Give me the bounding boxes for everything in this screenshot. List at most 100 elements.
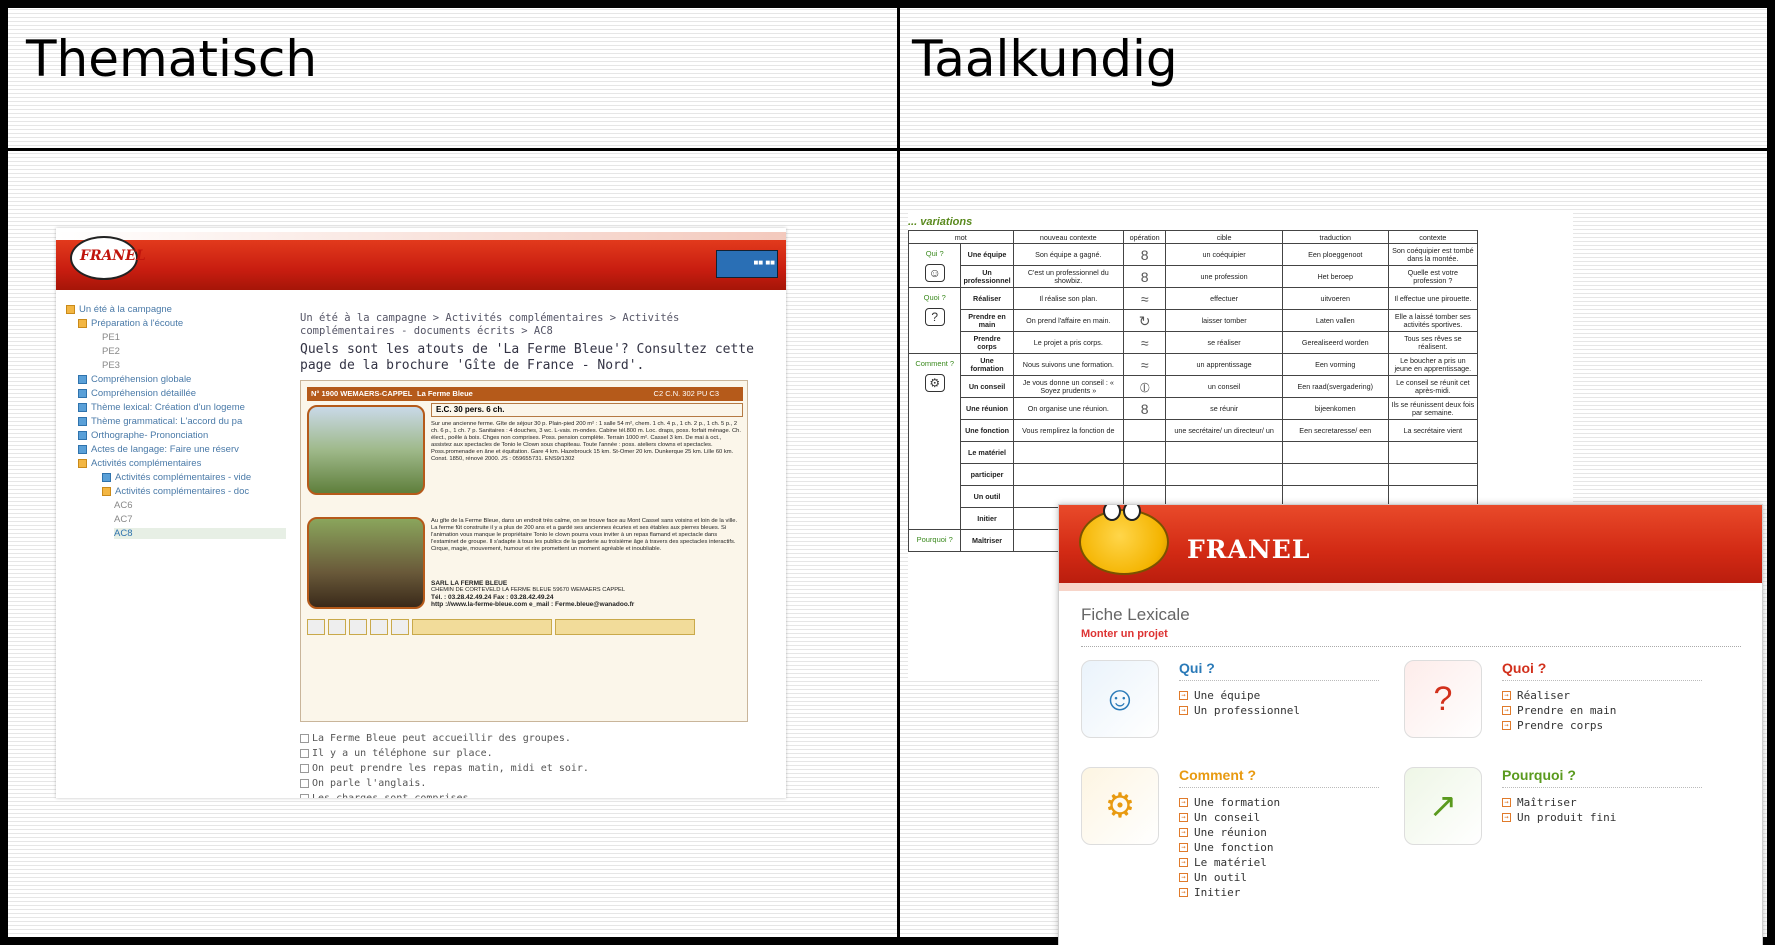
- question-text: Quels sont les atouts de 'La Ferme Bleue…: [300, 342, 754, 373]
- cell-nouveau-contexte: [1012, 441, 1125, 464]
- sidebar-item[interactable]: PE3: [102, 360, 120, 371]
- cell-mot: Prendre corps: [960, 331, 1014, 354]
- word-link-label: Réaliser: [1517, 689, 1570, 702]
- table-row: Comment ? ⚙ Une formation Nous suivons une …: [908, 353, 1479, 530]
- left-column-title: Thematisch: [26, 30, 318, 88]
- partner-badge: ■■ ■■: [716, 250, 778, 278]
- answer-option[interactable]: La Ferme Bleue peut accueillir des group…: [300, 731, 637, 746]
- brochure-page: N° 1900 WEMAERS-CAPPEL La Ferme Bleue C2…: [300, 380, 748, 722]
- word-link[interactable]: → Initier: [1179, 885, 1280, 900]
- cell-nouveau-contexte: Je vous donne un conseil : « Soyez prude…: [1012, 375, 1125, 398]
- answer-option[interactable]: Les charges sont comprises.: [300, 791, 637, 798]
- arrow-right-icon: →: [1502, 706, 1511, 715]
- sidebar-item-label: AC7: [114, 514, 133, 525]
- sidebar-item[interactable]: Thème grammatical: L'accord du pa: [78, 416, 242, 427]
- answer-option[interactable]: On parle l'anglais.: [300, 776, 637, 791]
- cell-traduction: Laten vallen: [1281, 309, 1389, 332]
- checkbox[interactable]: [300, 749, 309, 758]
- folder-closed-icon[interactable]: [78, 389, 87, 398]
- folder-closed-icon[interactable]: [78, 403, 87, 412]
- word-link[interactable]: → Un produit fini: [1502, 810, 1616, 825]
- answer-option[interactable]: Il y a un téléphone sur place.: [300, 746, 637, 761]
- sidebar-item[interactable]: Activités complémentaires - vide: [102, 472, 251, 483]
- sidebar-item[interactable]: Compréhension détaillée: [78, 388, 196, 399]
- cell-traduction: Een ploeggenoot: [1281, 243, 1389, 266]
- word-link[interactable]: → Réaliser: [1502, 688, 1616, 703]
- checkbox[interactable]: [300, 764, 309, 773]
- brochure-capacity: E.C. 30 pers. 6 ch.: [431, 403, 743, 417]
- word-link[interactable]: → Un conseil: [1179, 810, 1280, 825]
- sidebar-item[interactable]: Orthographe- Prononciation: [78, 430, 208, 441]
- word-link[interactable]: → Un professionnel: [1179, 703, 1300, 718]
- word-link[interactable]: → Maîtriser: [1502, 795, 1616, 810]
- price-table: [412, 619, 552, 635]
- folder-open-icon[interactable]: [102, 487, 111, 496]
- sidebar-item[interactable]: Préparation à l'écoute: [78, 318, 183, 329]
- word-link[interactable]: → Une réunion: [1179, 825, 1280, 840]
- cell-cible: se réaliser: [1165, 331, 1283, 354]
- folder-open-icon[interactable]: [78, 319, 87, 328]
- sidebar-item[interactable]: PE2: [102, 346, 120, 357]
- word-link-label: Une réunion: [1194, 826, 1267, 839]
- word-link[interactable]: → Le matériel: [1179, 855, 1280, 870]
- question-box-icon: ?: [924, 308, 945, 326]
- sidebar-item[interactable]: AC7: [114, 514, 132, 525]
- sidebar-item[interactable]: Thème lexical: Création d'un logeme: [78, 402, 245, 413]
- cell-traduction: [1281, 441, 1389, 464]
- breadcrumb: Un été à la campagne > Activités complém…: [300, 312, 680, 337]
- sidebar-item[interactable]: AC8: [114, 528, 286, 539]
- cell-operation: ↻: [1123, 309, 1167, 332]
- checkbox[interactable]: [300, 779, 309, 788]
- folder-closed-icon[interactable]: [78, 417, 87, 426]
- answer-label: On parle l'anglais.: [312, 778, 427, 789]
- word-link[interactable]: → Un outil: [1179, 870, 1280, 885]
- cell-contexte: La secrétaire vient: [1387, 419, 1479, 442]
- cell-traduction: uitvoeren: [1281, 287, 1389, 310]
- cell-nouveau-contexte: Le projet a pris corps.: [1012, 331, 1125, 354]
- answer-label: La Ferme Bleue peut accueillir des group…: [312, 733, 571, 744]
- col-header-traduction: traduction: [1281, 230, 1389, 244]
- folder-closed-icon[interactable]: [78, 445, 87, 454]
- folder-open-icon[interactable]: [78, 459, 87, 468]
- sidebar-item-label: Actes de langage: Faire une réserv: [91, 444, 239, 455]
- sidebar-item[interactable]: Activités complémentaires: [78, 458, 201, 469]
- word-link-label: Prendre corps: [1517, 719, 1604, 732]
- folder-closed-icon[interactable]: [78, 431, 87, 440]
- folder-closed-icon[interactable]: [78, 375, 87, 384]
- section-comment: ⚙ Comment ? → Une formation → Un conseil → Une …: [1081, 767, 1401, 917]
- contact-web: http ://www.la-ferme-bleue.com e_mail : …: [431, 601, 635, 608]
- franel-logo-text: FRANEL: [80, 248, 146, 264]
- sidebar-item[interactable]: Compréhension globale: [78, 374, 191, 385]
- group-label-text: Quoi ?: [923, 293, 946, 302]
- sidebar-item[interactable]: Un été à la campagne: [66, 304, 172, 315]
- section-rule: [1502, 680, 1702, 681]
- sidebar-item[interactable]: Activités complémentaires - doc: [102, 486, 249, 497]
- answer-option[interactable]: On peut prendre les repas matin, midi et…: [300, 761, 637, 776]
- word-link[interactable]: → Une fonction: [1179, 840, 1280, 855]
- word-link[interactable]: → Une formation: [1179, 795, 1280, 810]
- arrow-right-icon: →: [1179, 813, 1188, 822]
- checkbox[interactable]: [300, 734, 309, 743]
- qui-icon: ☺: [1081, 660, 1159, 738]
- cell-mot: Un professionnel: [960, 265, 1014, 288]
- word-link[interactable]: → Une équipe: [1179, 688, 1300, 703]
- checkbox[interactable]: [300, 794, 309, 798]
- cell-operation: [1123, 441, 1167, 464]
- cell-operation: 8: [1123, 397, 1167, 420]
- amenity-icon: [328, 619, 346, 635]
- sidebar-item[interactable]: AC6: [114, 500, 132, 511]
- folder-open-icon[interactable]: [66, 305, 75, 314]
- brochure-description: Sur une ancienne ferme. Gîte de séjour 3…: [431, 421, 741, 462]
- word-link[interactable]: → Prendre en main: [1502, 703, 1616, 718]
- word-link[interactable]: → Prendre corps: [1502, 718, 1616, 733]
- arrow-right-icon: →: [1179, 843, 1188, 852]
- arrow-right-icon: →: [1502, 721, 1511, 730]
- sidebar-item[interactable]: PE1: [102, 332, 120, 343]
- folder-closed-icon[interactable]: [102, 473, 111, 482]
- sidebar-item[interactable]: Actes de langage: Faire une réserv: [78, 444, 239, 455]
- word-link-label: Un produit fini: [1517, 811, 1617, 824]
- section-rule: [1179, 680, 1379, 681]
- cell-cible: laisser tomber: [1165, 309, 1283, 332]
- sidebar-item-label: Préparation à l'écoute: [91, 318, 184, 329]
- sidebar-item-label: PE3: [102, 360, 120, 371]
